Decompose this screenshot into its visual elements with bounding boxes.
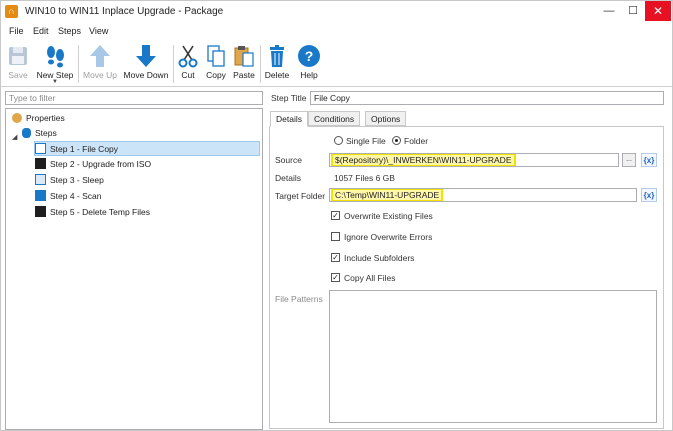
tab-conditions[interactable]: Conditions <box>308 111 361 126</box>
include-subfolders-checkbox[interactable]: ✓ <box>331 253 340 262</box>
arrow-up-icon <box>90 45 110 67</box>
copy-all-files-checkbox[interactable]: ✓ <box>331 273 340 282</box>
scan-icon <box>35 190 46 202</box>
copy-button[interactable]: Copy <box>203 43 229 85</box>
source-field[interactable]: $(Repository)\_INWERKEN\WIN11-UPGRADE <box>329 153 619 167</box>
terminal-icon <box>35 206 46 218</box>
target-folder-label: Target Folder <box>275 191 326 201</box>
target-folder-value: C:\Temp\WIN11-UPGRADE <box>330 189 444 201</box>
tree-item-step-1[interactable]: Step 1 - File Copy <box>34 141 260 156</box>
variable-button[interactable]: {x} <box>641 153 657 167</box>
file-copy-icon <box>35 143 46 155</box>
move-up-button[interactable]: Move Up <box>81 43 119 85</box>
include-subfolders-label: Include Subfolders <box>344 253 415 263</box>
menu-bar: File Edit Steps View <box>1 24 672 40</box>
help-button[interactable]: ? Help <box>295 43 323 85</box>
move-down-button[interactable]: Move Down <box>121 43 171 85</box>
app-window: ∩ WIN10 to WIN11 Inplace Upgrade - Packa… <box>0 0 673 431</box>
tree-item-step-2[interactable]: Step 2 - Upgrade from ISO <box>35 157 151 172</box>
overwrite-existing-label: Overwrite Existing Files <box>344 211 433 221</box>
steps-tree[interactable]: Properties ◢ Steps Step 1 - File Copy St… <box>5 108 263 430</box>
trash-icon <box>270 45 284 67</box>
menu-edit[interactable]: Edit <box>33 26 49 36</box>
tree-item-steps[interactable]: Steps <box>22 126 57 141</box>
save-button[interactable]: Save <box>5 43 31 85</box>
source-value: $(Repository)\_INWERKEN\WIN11-UPGRADE <box>331 154 516 166</box>
overwrite-existing-checkbox[interactable]: ✓ <box>331 211 340 220</box>
details-value: 1057 Files 6 GB <box>334 173 395 183</box>
target-folder-field[interactable]: C:\Temp\WIN11-UPGRADE <box>329 188 637 202</box>
single-file-label: Single File <box>346 136 386 146</box>
maximize-button[interactable]: ☐ <box>621 1 645 21</box>
chevron-down-icon: ▼ <box>52 79 58 85</box>
folder-label: Folder <box>404 136 429 146</box>
hourglass-icon <box>35 174 46 186</box>
chevron-down-icon[interactable]: ◢ <box>12 133 17 141</box>
tree-item-step-5[interactable]: Step 5 - Delete Temp Files <box>35 205 150 220</box>
folder-radio[interactable] <box>392 136 401 145</box>
app-logo-icon: ∩ <box>5 5 18 18</box>
toolbar-divider <box>78 45 79 83</box>
tab-options[interactable]: Options <box>365 111 407 126</box>
close-button[interactable]: ✕ <box>645 1 671 21</box>
details-label: Details <box>275 173 301 183</box>
single-file-radio[interactable] <box>334 136 343 145</box>
window-title: WIN10 to WIN11 Inplace Upgrade - Package <box>25 6 224 17</box>
ignore-overwrite-errors-label: Ignore Overwrite Errors <box>344 232 433 242</box>
tree-item-step-3[interactable]: Step 3 - Sleep <box>35 173 104 188</box>
source-label: Source <box>275 155 302 165</box>
footprints-icon <box>47 46 64 68</box>
tab-details[interactable]: Details <box>270 111 308 127</box>
help-icon: ? <box>298 45 320 67</box>
toolbar-divider <box>173 45 174 83</box>
minimize-button[interactable]: — <box>597 1 621 21</box>
browse-button[interactable]: ... <box>622 153 636 167</box>
step-title-label: Step Title <box>271 93 307 103</box>
menu-file[interactable]: File <box>9 26 24 36</box>
arrow-down-icon <box>136 45 156 67</box>
paste-button[interactable]: Paste <box>231 43 257 85</box>
file-patterns-textarea[interactable] <box>329 290 657 423</box>
gear-icon <box>12 112 22 123</box>
step-title-input[interactable]: File Copy <box>310 91 664 105</box>
toolbar: Save New Step ▼ Move Up Move Down Cut Co… <box>1 41 672 87</box>
menu-view[interactable]: View <box>89 26 108 36</box>
tree-item-properties[interactable]: Properties <box>12 111 65 126</box>
footprints-icon <box>22 127 31 138</box>
new-step-button[interactable]: New Step ▼ <box>35 43 75 85</box>
cut-button[interactable]: Cut <box>177 43 199 85</box>
tree-item-step-4[interactable]: Step 4 - Scan <box>35 189 102 204</box>
delete-button[interactable]: Delete <box>263 43 291 85</box>
ignore-overwrite-errors-checkbox[interactable] <box>331 232 340 241</box>
menu-steps[interactable]: Steps <box>58 26 81 36</box>
scissors-icon <box>178 45 198 68</box>
copy-all-files-label: Copy All Files <box>344 273 396 283</box>
svg-text:?: ? <box>305 48 314 64</box>
toolbar-divider <box>260 45 261 83</box>
filter-input[interactable] <box>5 91 263 105</box>
copy-icon <box>207 45 225 67</box>
terminal-icon <box>35 158 46 170</box>
title-bar: ∩ WIN10 to WIN11 Inplace Upgrade - Packa… <box>1 1 672 23</box>
file-patterns-label: File Patterns <box>275 294 323 304</box>
variable-button[interactable]: {x} <box>641 188 657 202</box>
save-icon <box>9 47 27 65</box>
clipboard-icon <box>234 46 254 67</box>
